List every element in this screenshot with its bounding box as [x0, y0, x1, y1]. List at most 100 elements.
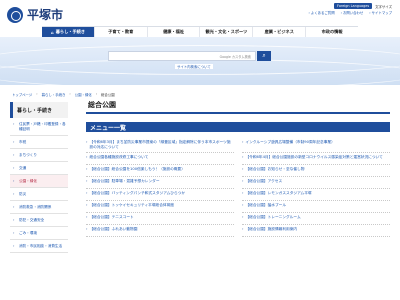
arrow-icon: ›: [86, 179, 88, 184]
arrow-icon: ›: [86, 215, 88, 220]
menu-link[interactable]: › 総合公園各種施設改修工事について: [86, 153, 234, 166]
nav-label: 子育て・教育: [108, 29, 134, 34]
house-icon: ⌂: [50, 29, 54, 35]
breadcrumb-current: 総合公園: [101, 93, 115, 97]
sidebar-title: 暮らし・手続き: [10, 102, 68, 118]
menu-link-label: 【総合公園】総合公園を100倍楽しもう！（施設の概要）: [89, 167, 185, 172]
search-button[interactable]: ⌕: [257, 51, 271, 61]
menu-link[interactable]: › 【総合公園】ふれあい動物園: [86, 225, 234, 238]
arrow-icon: ›: [242, 191, 244, 196]
sidebar-item[interactable]: 消防救急・消防関係: [10, 201, 68, 214]
utility-links: よくあるご質問 お問い合わせ サイトマップ: [309, 10, 392, 15]
sidebar-item[interactable]: 住民票・戸籍・印鑑登録・各種証明: [10, 118, 68, 136]
arrow-icon: ›: [242, 155, 244, 160]
sidebar-list: 住民票・戸籍・印鑑登録・各種証明 市税 まちづくり 交通 公園・緑化 防災 消防…: [10, 118, 68, 253]
contact-link[interactable]: お問い合わせ: [341, 10, 363, 15]
site-search-help-link[interactable]: サイト内検索について: [175, 64, 213, 69]
nav-childcare[interactable]: 子育て・教育: [93, 27, 147, 37]
search-banner: Google カスタム検索 ⌕ サイト内検索について: [0, 37, 400, 85]
menu-link[interactable]: › 【総合公園】バッティングパンチ和式スタジアムひらつか: [86, 189, 234, 202]
arrow-icon: ›: [86, 203, 88, 208]
arrow-icon: ›: [242, 203, 244, 208]
arrow-icon: ›: [242, 140, 244, 144]
sidebar-item[interactable]: 防犯・交通安全: [10, 214, 68, 227]
menu-link-label: 【総合公園】駐車場・混雑予想カレンダー: [89, 179, 160, 184]
menu-link-label: 【総合公園】猛水プール: [245, 203, 287, 208]
menu-link-label: 【令和6年3月】まち並防災事業市提案の「緑豊区域」指定解除に伴う本市スポーツ施設…: [89, 140, 231, 150]
menu-link[interactable]: › 【総合公園】アクセス: [242, 177, 390, 190]
breadcrumb-home[interactable]: トップページ: [12, 92, 32, 97]
city-emblem-icon: [7, 6, 23, 23]
menu-link[interactable]: › 【総合公園】駐車場・混雑予想カレンダー: [86, 177, 234, 190]
sidebar-item[interactable]: 消防・市民相談・消費生活: [10, 240, 68, 253]
nav-label: 市政の情報: [321, 29, 343, 34]
site-header: 平塚市 Foreign Languages 文字サイズ よくあるご質問 お問い合…: [0, 0, 400, 26]
logo-text: 平塚市: [27, 8, 64, 22]
page-title: 総合公園: [86, 98, 390, 114]
nav-label: 産業・ビジネス: [264, 29, 294, 34]
sidebar-item[interactable]: まちづくり: [10, 149, 68, 162]
menu-link[interactable]: › インクルーシブ遊具広場整備（市制90周年記念事業）: [242, 138, 390, 154]
menu-list-heading: メニュー一覧: [86, 122, 390, 132]
breadcrumb: トップページ › 暮らし・手続き › 公園・緑化 › 総合公園: [12, 92, 115, 97]
site-logo[interactable]: 平塚市: [7, 6, 63, 23]
menu-link[interactable]: › 【総合公園】レモンガススタジアム平塚: [242, 189, 390, 202]
arrow-icon: ›: [242, 179, 244, 184]
sitemap-link[interactable]: サイトマップ: [369, 10, 392, 15]
menu-link[interactable]: › 【総合公園】総合公園を100倍楽しもう！（施設の概要）: [86, 165, 234, 178]
menu-link-label: 【総合公園】テニスコート: [89, 215, 134, 220]
arrow-icon: ›: [242, 227, 244, 232]
arrow-icon: ›: [86, 227, 88, 232]
menu-link[interactable]: › 【総合公園】トレーニングルーム: [242, 213, 390, 226]
nav-label: 暮らし・手続き: [55, 29, 86, 34]
menu-link-label: 【総合公園】トレーニングルーム: [245, 215, 301, 220]
nav-tourism[interactable]: 観光・文化・スポーツ: [199, 27, 252, 37]
arrow-icon: ›: [86, 167, 88, 172]
menu-link-label: インクルーシブ遊具広場整備（市制90周年記念事業）: [245, 140, 335, 144]
search-placeholder: Google カスタム検索: [219, 54, 251, 59]
breadcrumb-living[interactable]: 暮らし・手続き: [42, 92, 66, 97]
sidebar: 暮らし・手続き 住民票・戸籍・印鑑登録・各種証明 市税 まちづくり 交通 公園・…: [10, 102, 68, 300]
menu-link[interactable]: › 【総合公園】テニスコート: [86, 213, 234, 226]
breadcrumb-parks[interactable]: 公園・緑化: [75, 92, 92, 97]
menu-link[interactable]: › 【総合公園】施設情報利用案内: [242, 225, 390, 238]
sidebar-item[interactable]: 交通: [10, 162, 68, 175]
menu-link[interactable]: › 【令和6年3月】まち並防災事業市提案の「緑豊区域」指定解除に伴う本市スポーツ施…: [86, 138, 234, 154]
menu-link[interactable]: › 【令和6年4月】総合公園施設の新型コロナウイルス感染症対策と運営状況について: [242, 153, 390, 166]
search-icon: ⌕: [262, 52, 266, 59]
menu-link-label: 【総合公園】施設情報利用案内: [245, 227, 298, 232]
menu-link-label: 総合公園各種施設改修工事について: [89, 155, 149, 160]
menu-links: › 【令和6年3月】まち並防災事業市提案の「緑豊区域」指定解除に伴う本市スポーツ施…: [86, 138, 390, 238]
sidebar-item[interactable]: 防災: [10, 188, 68, 201]
arrow-icon: ›: [242, 167, 244, 172]
global-nav: ⌂ 暮らし・手続き 子育て・教育 健康・福祉 観光・文化・スポーツ 産業・ビジネス…: [42, 26, 358, 37]
nav-label: 健康・福祉: [163, 29, 185, 34]
utility-top: Foreign Languages 文字サイズ: [334, 3, 392, 9]
nav-label: 観光・文化・スポーツ: [205, 29, 248, 34]
arrow-icon: ›: [86, 191, 88, 196]
menu-link-label: 【総合公園】お知らせ・至な催し物: [245, 167, 305, 172]
menu-link-label: 【総合公園】アクセス: [245, 179, 283, 184]
sidebar-item[interactable]: 市税: [10, 136, 68, 149]
nav-health[interactable]: 健康・福祉: [146, 27, 200, 37]
search-input[interactable]: Google カスタム検索: [108, 51, 256, 61]
nav-living[interactable]: ⌂ 暮らし・手続き: [42, 27, 94, 37]
menu-link[interactable]: › 【総合公園】トッケイセキュリティ平塚総合体育館: [86, 201, 234, 214]
menu-link-label: 【総合公園】トッケイセキュリティ平塚総合体育館: [89, 203, 174, 208]
arrow-icon: ›: [86, 155, 88, 160]
sidebar-item-active[interactable]: 公園・緑化: [10, 175, 68, 188]
menu-link[interactable]: › 【総合公園】猛水プール: [242, 201, 390, 214]
main-content: 総合公園 メニュー一覧 › 【令和6年3月】まち並防災事業市提案の「緑豊区域」指定…: [86, 98, 390, 238]
foreign-languages-button[interactable]: Foreign Languages: [334, 3, 373, 9]
decorative-wave: [0, 59, 400, 85]
menu-link-label: 【総合公園】バッティングパンチ和式スタジアムひらつか: [89, 191, 186, 196]
nav-industry[interactable]: 産業・ビジネス: [252, 27, 305, 37]
sidebar-item[interactable]: ごみ・環境: [10, 227, 68, 240]
breadcrumb-separator: ›: [95, 92, 98, 96]
menu-link-label: 【総合公園】ふれあい動物園: [89, 227, 138, 232]
faq-link[interactable]: よくあるご質問: [309, 10, 335, 15]
nav-citygov[interactable]: 市政の情報: [305, 27, 358, 37]
text-size-label: 文字サイズ: [375, 4, 392, 9]
arrow-icon: ›: [242, 215, 244, 220]
menu-link[interactable]: › 【総合公園】お知らせ・至な催し物: [242, 165, 390, 178]
